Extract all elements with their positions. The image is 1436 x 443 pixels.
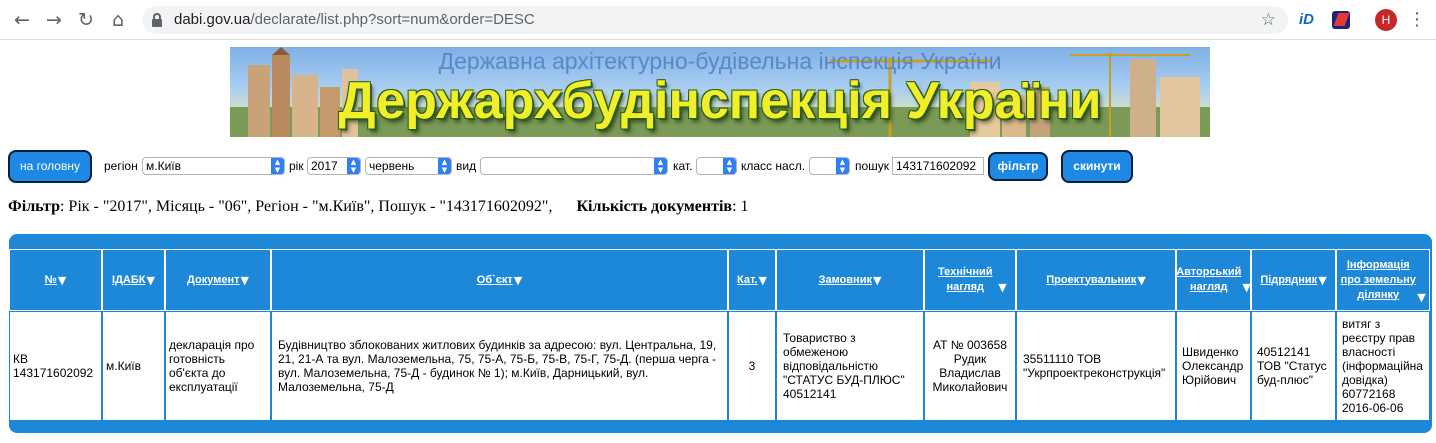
header-land-info-link[interactable]: Інформація про земельну ділянку — [1340, 258, 1416, 303]
class-select[interactable]: ▲ ▼ — [809, 157, 850, 175]
home-icon[interactable]: ⌂ — [106, 8, 130, 32]
header-document[interactable]: Документ ▼ — [165, 249, 271, 311]
sort-triangle-icon[interactable]: ▼ — [1318, 274, 1326, 287]
url-host: dabi.gov.ua — [174, 11, 251, 28]
count-value: : 1 — [732, 198, 749, 215]
sort-triangle-icon[interactable]: ▼ — [998, 281, 1006, 294]
sort-triangle-icon[interactable]: ▼ — [1242, 281, 1250, 294]
back-arrow-icon[interactable]: ← — [10, 8, 34, 32]
table-cell-customer: Товариство з обмеженою відповідальністю … — [776, 311, 924, 421]
url-path: /declarate/list.php?sort=num&order=DESC — [250, 11, 535, 28]
header-category-link[interactable]: Кат. — [737, 273, 757, 288]
filter-summary-text: : Рік - "2017", Місяць - "06", Регіон - … — [59, 198, 553, 215]
header-document-link[interactable]: Документ — [187, 273, 239, 288]
bookmark-star-icon[interactable]: ☆ — [1261, 6, 1276, 34]
header-contractor[interactable]: Підрядник ▼ — [1251, 249, 1336, 311]
table-cell-designer: 35511110 ТОВ "Укрпроектреконструкція" — [1016, 311, 1176, 421]
class-label: класс насл. — [741, 159, 806, 173]
year-label: рік — [289, 159, 304, 173]
reload-icon[interactable]: ↻ — [74, 8, 98, 32]
header-number[interactable]: № ▼ — [9, 249, 102, 311]
header-idabk-link[interactable]: ІДАБК — [112, 273, 145, 288]
lock-icon — [152, 13, 162, 27]
profile-avatar[interactable]: H — [1375, 9, 1397, 31]
table-cell-category: 3 — [728, 311, 776, 421]
sort-triangle-icon[interactable]: ▼ — [147, 274, 155, 287]
sort-triangle-icon[interactable]: ▼ — [758, 274, 766, 287]
region-label: регіон — [104, 159, 138, 173]
site-banner: Державна архітектурно-будівельна інспекц… — [230, 47, 1210, 137]
header-tech-supervision-link[interactable]: Технічний нагляд — [933, 265, 997, 295]
declarations-table: № ▼ ІДАБК ▼ Документ ▼ Об`єкт ▼ Кат. ▼ Замовн… — [9, 234, 1432, 433]
header-customer-link[interactable]: Замовник — [819, 273, 872, 288]
select-arrows-icon: ▲ ▼ — [271, 158, 284, 174]
header-designer[interactable]: Проектувальник ▼ — [1016, 249, 1176, 311]
kind-label: вид — [456, 159, 477, 173]
extension-icon[interactable] — [1332, 11, 1350, 29]
month-value: червень — [369, 159, 415, 173]
banner-title: Держархбудінспекція України — [338, 72, 1102, 130]
header-category[interactable]: Кат. ▼ — [728, 249, 776, 311]
id-extension-icon[interactable]: iD — [1299, 10, 1319, 30]
browser-toolbar: ← → ↻ ⌂ dabi.gov.ua/declarate/list.php?s… — [0, 0, 1436, 40]
select-arrows-icon: ▲ ▼ — [654, 158, 667, 174]
url-text[interactable]: dabi.gov.ua/declarate/list.php?sort=num&… — [174, 6, 535, 34]
header-customer[interactable]: Замовник ▼ — [776, 249, 924, 311]
table-cell-land-info: витяг з реєстру прав власності (інформац… — [1336, 311, 1430, 421]
menu-kebab-icon[interactable]: ⋮ — [1408, 9, 1426, 31]
year-select[interactable]: 2017 ▲ ▼ — [307, 157, 361, 175]
header-author-supervision-link[interactable]: Авторський нагляд — [1176, 265, 1241, 295]
table-cell-contractor: 40512141 ТОВ "Статус буд-плюс" — [1251, 311, 1336, 421]
region-value: м.Київ — [146, 159, 181, 173]
header-object-link[interactable]: Об`єкт — [477, 273, 513, 288]
header-land-info[interactable]: Інформація про земельну ділянку ▼ — [1336, 249, 1430, 311]
reset-button[interactable]: скинути — [1061, 150, 1133, 183]
header-author-supervision[interactable]: Авторський нагляд ▼ — [1176, 249, 1251, 311]
count-label: Кількість документів — [576, 198, 733, 215]
header-contractor-link[interactable]: Підрядник — [1260, 273, 1317, 288]
table-cell-document: декларація про готовність об'єкта до екс… — [165, 311, 271, 421]
select-arrows-icon: ▲ ▼ — [347, 158, 360, 174]
year-value: 2017 — [311, 159, 338, 173]
table-cell-number[interactable]: КВ 143171602092 — [9, 311, 102, 421]
header-idabk[interactable]: ІДАБК ▼ — [102, 249, 165, 311]
table-cell-idabk: м.Київ — [102, 311, 165, 421]
home-button[interactable]: на головну — [8, 150, 92, 183]
filter-summary: Фільтр: Рік - "2017", Місяць - "06", Рег… — [8, 198, 749, 216]
month-select[interactable]: червень ▲ ▼ — [365, 157, 452, 175]
sort-triangle-icon[interactable]: ▼ — [241, 274, 249, 287]
address-bar[interactable]: dabi.gov.ua/declarate/list.php?sort=num&… — [142, 6, 1288, 34]
sort-triangle-icon[interactable]: ▼ — [873, 274, 881, 287]
filter-button[interactable]: фільтр — [988, 152, 1048, 181]
kind-select[interactable]: ▲ ▼ — [480, 157, 668, 175]
table-cell-object: Будівництво зблокованих житлових будинкі… — [271, 311, 728, 421]
table-cell-author-supervision: Швиденко Олександр Юрійович — [1176, 311, 1251, 421]
category-label: кат. — [673, 159, 693, 173]
sort-triangle-icon[interactable]: ▼ — [1137, 274, 1145, 287]
header-designer-link[interactable]: Проектувальник — [1046, 273, 1136, 288]
select-arrows-icon: ▲ ▼ — [836, 158, 849, 174]
category-select[interactable]: ▲ ▼ — [696, 157, 737, 175]
search-label: пошук — [855, 159, 890, 173]
header-tech-supervision[interactable]: Технічний нагляд ▼ — [924, 249, 1016, 311]
forward-arrow-icon[interactable]: → — [42, 8, 66, 32]
header-number-link[interactable]: № — [45, 273, 57, 288]
sort-triangle-icon[interactable]: ▼ — [58, 274, 66, 287]
sort-triangle-icon[interactable]: ▼ — [514, 274, 522, 287]
filter-summary-label: Фільтр — [8, 198, 60, 215]
select-arrows-icon: ▲ ▼ — [723, 158, 736, 174]
table-cell-tech-supervision: АТ № 003658 Рудик Владислав Миколайович — [924, 311, 1016, 421]
header-object[interactable]: Об`єкт ▼ — [271, 249, 728, 311]
select-arrows-icon: ▲ ▼ — [438, 158, 451, 174]
search-input[interactable]: 143171602092 — [892, 157, 984, 175]
sort-triangle-icon[interactable]: ▼ — [1417, 291, 1425, 304]
region-select[interactable]: м.Київ ▲ ▼ — [142, 157, 285, 175]
